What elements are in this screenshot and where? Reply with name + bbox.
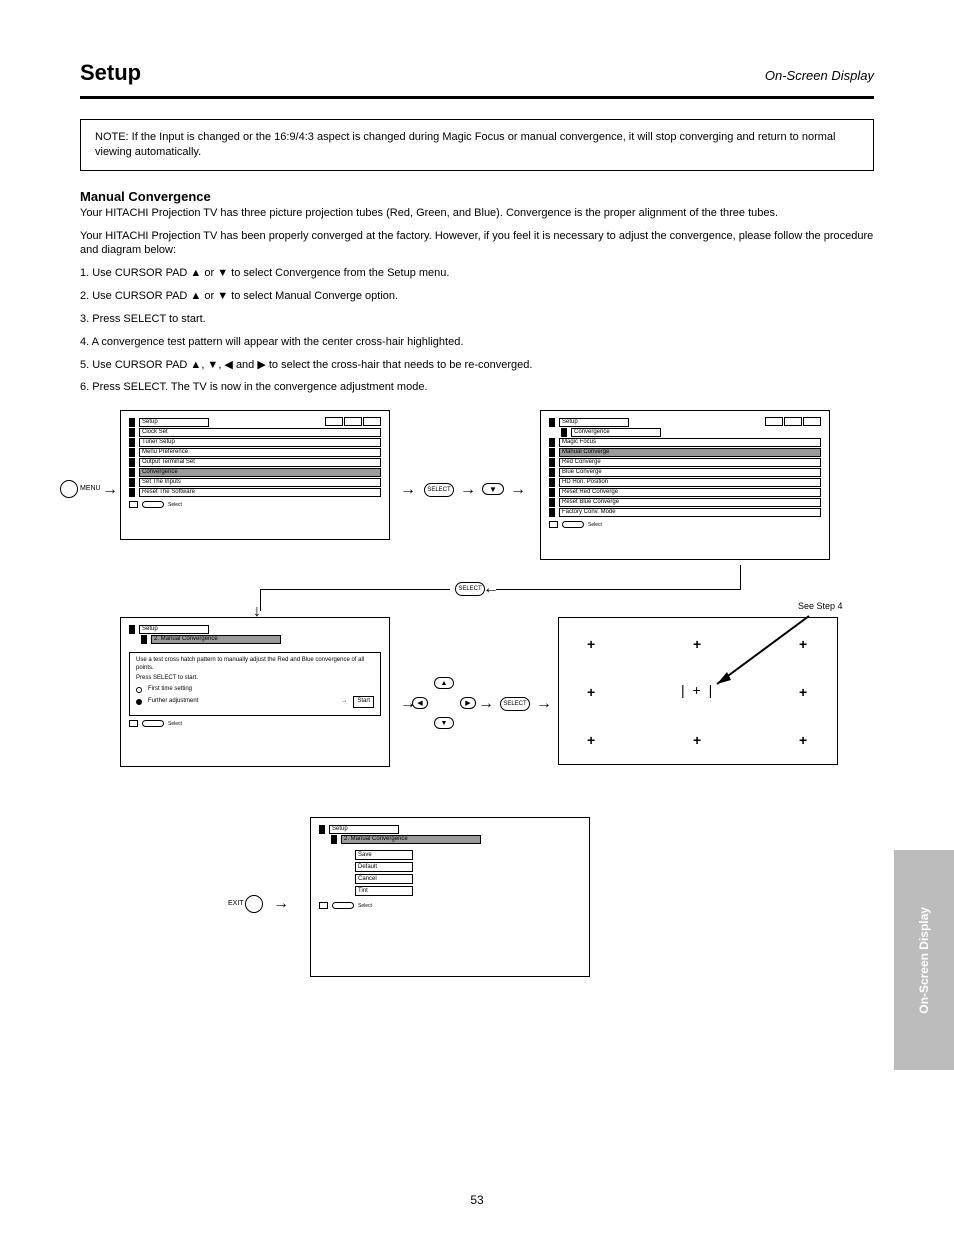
osd-manual-converge: Setup 2. Manual Convergence Use a test c… [120,617,390,767]
radio-option: Further adjustment [148,698,198,706]
menu-item-selected: Convergence [139,468,381,477]
footer-text: Select [168,721,182,727]
arrow-icon: → [478,695,494,713]
menu-item: Menu Preference [139,448,381,457]
option-cancel: Cancel [355,874,413,884]
menu-item: Factory Conv. Mode [559,508,821,517]
note-box: NOTE: If the Input is changed or the 16:… [80,119,874,171]
menu-item: HD Hori. Position [559,478,821,487]
option-tint: Tint [355,886,413,896]
menu-item: 2. Manual Convergence [151,635,281,644]
step-1: 1. Use CURSOR PAD ▲ or ▼ to select Conve… [80,266,874,281]
crosshair-icon: + [799,732,807,748]
menu-item: Setup [139,418,209,427]
arrow-icon: → [460,481,476,499]
crosshair-icon: + [587,636,595,652]
flow-line [496,589,741,590]
paragraph-1: Your HITACHI Projection TV has three pic… [80,206,874,221]
crosshair-icon: + [587,684,595,700]
flow-line [740,565,741,589]
header-rule [80,96,874,99]
arrow-icon: → [510,481,526,499]
desc-line: Press SELECT to start. [136,675,374,683]
step-6: 6. Press SELECT. The TV is now in the co… [80,380,874,395]
menu-item: Blue Converge [559,468,821,477]
exit-button-icon [245,895,263,913]
crosshair-icon: + [587,732,595,748]
cursor-pad-icon: ▲ ▼ ◀ ▶ [420,679,468,727]
menu-item: Setup [139,625,209,634]
menu-item: 2. Manual Convergence [341,835,481,844]
menu-item: Reset Blue Converge [559,498,821,507]
option-default: Default [355,862,413,872]
page-number: 53 [0,1193,954,1207]
step-3: 3. Press SELECT to start. [80,312,874,327]
menu-item-selected: Manual Converge [559,448,821,457]
arrow-icon: → [400,481,416,499]
footer-text: Select [358,903,372,909]
flow-diagram: MENU → Setup Clock Set Tuner Setup Menu … [60,405,874,985]
exit-button-label: EXIT [228,900,244,907]
section-title: Manual Convergence [80,189,874,204]
arrow-icon: → [536,695,552,713]
menu-item: Setup [559,418,629,427]
callout-arrow-icon [699,612,819,690]
start-button: Start [353,696,374,708]
select-button-icon: SELECT [500,697,530,711]
menu-item: Magic Focus [559,438,821,447]
menu-item: Convergence [571,428,661,437]
menu-item: Clock Set [139,428,381,437]
header-left: Setup [80,60,141,86]
flow-line [260,589,450,590]
menu-item: Output Terminal Set [139,458,381,467]
arrow-icon: → [273,895,289,913]
osd-convergence-list: Setup Convergence Magic Focus Manual Con… [540,410,830,560]
select-button-icon: SELECT [424,483,454,497]
pattern-callout-label: See Step 4 [798,601,843,611]
menu-item: Reset The Software [139,488,381,497]
step-2: 2. Use CURSOR PAD ▲ or ▼ to select Manua… [80,289,874,304]
step-5: 5. Use CURSOR PAD ▲, ▼, ◀ and ▶ to selec… [80,358,874,373]
header-right: On-Screen Display [765,68,874,83]
menu-item: Set The Inputs [139,478,381,487]
footer-text: Select [168,502,182,508]
paragraph-2: Your HITACHI Projection TV has been prop… [80,229,874,259]
menu-item: Red Converge [559,458,821,467]
footer-text: Select [588,522,602,528]
side-tab: On-Screen Display [894,850,954,1070]
arrow-icon: ← [483,580,499,598]
test-pattern: + + + + | + | + + + + [558,617,838,765]
osd-manual-save: Setup 2. Manual Convergence Save Default… [310,817,590,977]
desc-line: Use a test cross hatch pattern to manual… [136,657,374,673]
radio-option: First time setting [148,686,192,694]
step-4: 4. A convergence test pattern will appea… [80,335,874,350]
cursor-down-icon: ▼ [482,483,504,495]
menu-button-icon [60,480,78,498]
menu-item: Reset Red Converge [559,488,821,497]
arrow-icon: → [102,481,118,499]
menu-item: Tuner Setup [139,438,381,447]
crosshair-icon: + [693,732,701,748]
osd-setup-main: Setup Clock Set Tuner Setup Menu Prefere… [120,410,390,540]
menu-button-label: MENU [80,485,101,492]
select-button-icon: SELECT [455,582,485,596]
menu-item: Setup [329,825,399,834]
option-save: Save [355,850,413,860]
